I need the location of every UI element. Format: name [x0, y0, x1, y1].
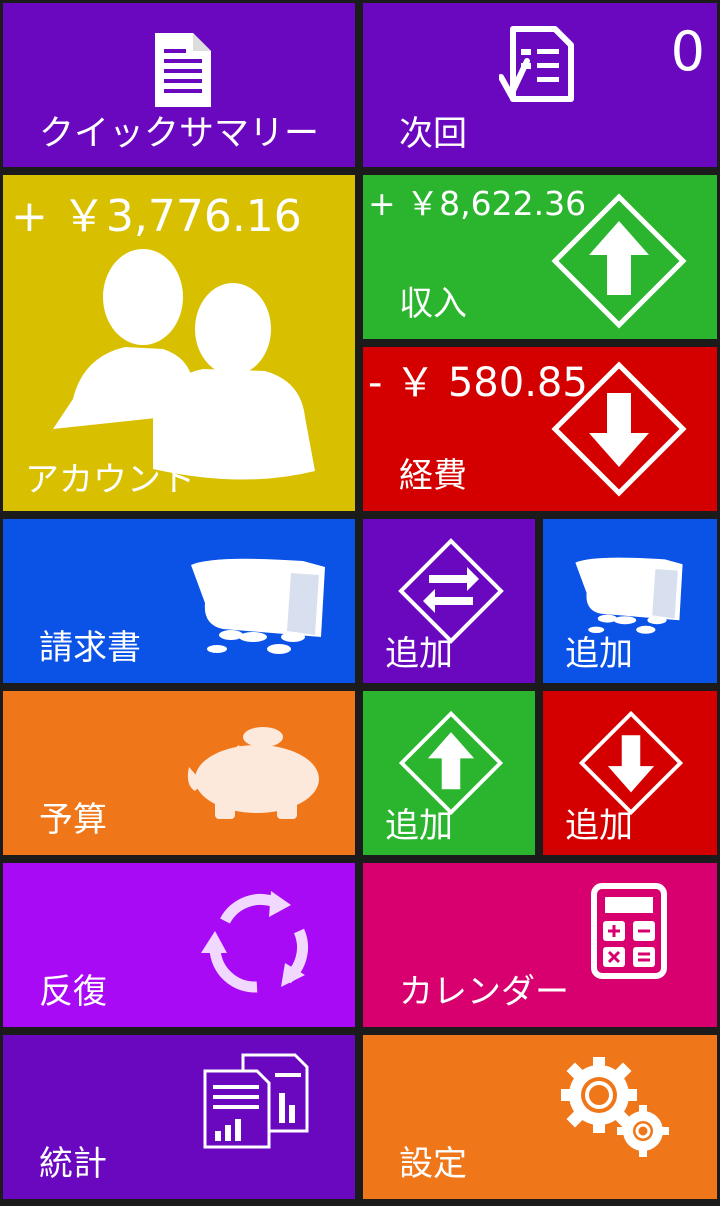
calendar-tile[interactable]: カレンダー	[363, 863, 717, 1027]
income-label: 収入	[399, 284, 467, 324]
people-icon	[43, 239, 323, 489]
add-expense-tile[interactable]: 追加	[543, 691, 717, 855]
arrow-up-diamond-icon	[549, 191, 689, 331]
piggy-bank-icon	[185, 725, 329, 821]
next-label: 次回	[399, 114, 467, 154]
add-income-tile[interactable]: 追加	[363, 691, 535, 855]
recurring-label: 反復	[39, 972, 107, 1012]
quick-summary-tile[interactable]: クイックサマリー	[3, 3, 355, 167]
income-tile[interactable]: + ￥8,622.36 収入	[363, 175, 717, 339]
expenses-tile[interactable]: - ￥ 580.85 経費	[363, 347, 717, 511]
quick-summary-label: クイックサマリー	[39, 114, 320, 154]
add-expense-label: 追加	[565, 806, 633, 846]
calendar-label: カレンダー	[399, 972, 569, 1012]
statistics-tile[interactable]: 統計	[3, 1035, 355, 1199]
next-tile[interactable]: 0 次回	[363, 3, 717, 167]
add-bill-label: 追加	[565, 634, 633, 674]
accounts-amount: + ￥3,776.16	[11, 191, 302, 242]
document-icon	[151, 31, 215, 109]
bills-tile[interactable]: 請求書	[3, 519, 355, 683]
budget-label: 予算	[39, 800, 107, 840]
bills-label: 請求書	[39, 628, 141, 668]
add-transfer-tile[interactable]: 追加	[363, 519, 535, 683]
arrow-down-diamond-icon	[577, 709, 685, 817]
settings-label: 設定	[399, 1144, 467, 1184]
recurring-tile[interactable]: 反復	[3, 863, 355, 1027]
next-count: 0	[670, 20, 705, 83]
accounts-tile[interactable]: + ￥3,776.16 アカウント	[3, 175, 355, 511]
calculator-icon	[591, 883, 667, 979]
gears-icon	[557, 1051, 673, 1159]
budget-tile[interactable]: 予算	[3, 691, 355, 855]
add-transfer-label: 追加	[385, 634, 453, 674]
wallet-coins-icon	[569, 553, 689, 641]
add-income-label: 追加	[385, 806, 453, 846]
transfer-diamond-icon	[397, 537, 505, 645]
statistics-label: 統計	[39, 1144, 107, 1184]
arrow-down-diamond-icon	[549, 359, 689, 499]
arrow-up-diamond-icon	[397, 709, 505, 817]
expenses-label: 経費	[399, 456, 467, 496]
checklist-icon	[499, 25, 577, 103]
settings-tile[interactable]: 設定	[363, 1035, 717, 1199]
report-chart-icon	[203, 1053, 309, 1149]
wallet-coins-icon	[183, 553, 333, 663]
accounts-label: アカウント	[25, 460, 195, 500]
add-bill-tile[interactable]: 追加	[543, 519, 717, 683]
cycle-arrows-icon	[201, 891, 313, 995]
